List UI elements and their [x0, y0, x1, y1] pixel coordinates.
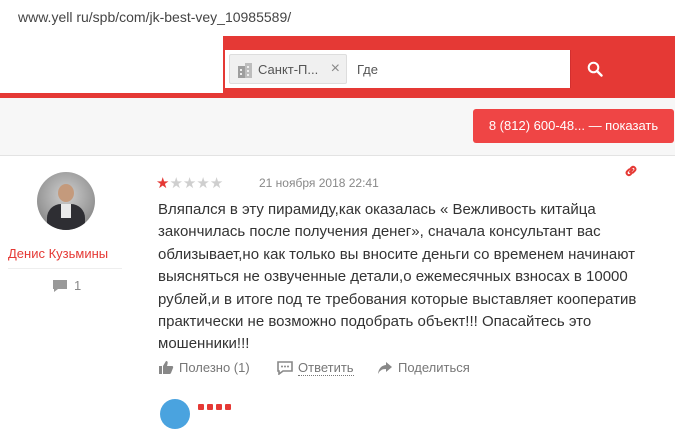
comment-count: 1	[52, 278, 81, 293]
star-empty-icon: ★	[182, 175, 197, 192]
reply-button[interactable]: Ответить	[277, 360, 354, 376]
avatar-head	[58, 184, 74, 202]
url-text[interactable]: www.yell ru/spb/com/jk-best-vey_10985589…	[18, 9, 291, 25]
close-icon[interactable]: ×	[331, 60, 340, 78]
city-chip[interactable]: Санкт-П... ×	[229, 54, 347, 84]
avatar-shirt	[61, 204, 71, 218]
share-arrow-icon	[378, 362, 392, 374]
speech-bubble-icon	[277, 361, 293, 376]
star-filled-icon: ★	[156, 175, 170, 192]
reply-label: Ответить	[298, 360, 354, 376]
browser-address-bar[interactable]: www.yell ru/spb/com/jk-best-vey_10985589…	[0, 0, 675, 36]
avatar[interactable]	[37, 172, 95, 230]
review-date: 21 ноября 2018 22:41	[259, 176, 379, 190]
star-empty-icon: ★	[169, 175, 183, 192]
building-icon	[238, 63, 252, 78]
city-chip-label: Санкт-П...	[258, 62, 319, 77]
helpful-button[interactable]: Полезно (1)	[158, 360, 250, 375]
divider	[8, 268, 122, 269]
share-label: Поделиться	[398, 360, 470, 375]
share-button[interactable]: Поделиться	[377, 360, 470, 375]
search-icon	[587, 61, 603, 77]
helpful-label: Полезно (1)	[179, 360, 250, 375]
site-header: Санкт-П... ×	[0, 36, 675, 98]
comment-icon	[53, 280, 67, 292]
link-icon[interactable]	[623, 163, 639, 179]
search-box: Санкт-П... ×	[225, 50, 570, 88]
next-review-avatar[interactable]	[160, 399, 190, 429]
rating-stars: ★★★★★	[156, 176, 223, 191]
review-card: Денис Кузьмины 1 ★★★★★ 21 ноября 2018 22…	[0, 157, 675, 429]
header-left-area	[0, 36, 223, 98]
star-empty-icon: ★	[209, 175, 224, 192]
next-review-name[interactable]	[198, 397, 238, 410]
thumbs-up-icon	[159, 361, 174, 374]
comment-count-value: 1	[74, 278, 82, 293]
toolbar: 8 (812) 600-48... — показать	[0, 98, 675, 156]
review-text: Вляпался в эту пирамиду,как оказалась « …	[158, 201, 637, 353]
user-name-link[interactable]: Денис Кузьмины	[8, 246, 108, 261]
search-button[interactable]	[570, 50, 620, 88]
show-phone-button[interactable]: 8 (812) 600-48... — показать	[473, 109, 674, 143]
where-input[interactable]	[351, 54, 567, 84]
star-empty-icon: ★	[196, 175, 210, 192]
